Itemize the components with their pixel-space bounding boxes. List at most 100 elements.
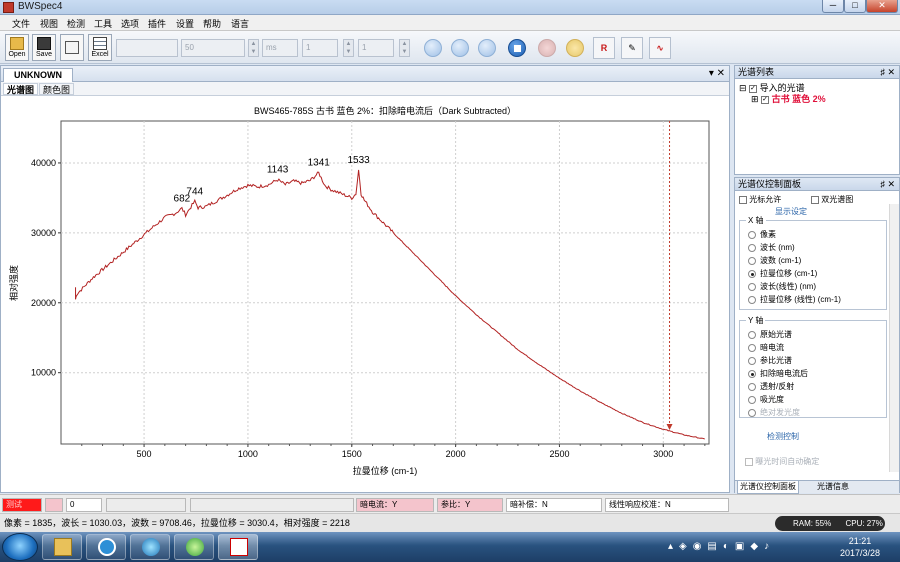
dual-chart-checkbox[interactable]: [811, 195, 819, 204]
control-panel-title: 光谱仪控制面板: [738, 179, 802, 189]
radio-button[interactable]: [748, 369, 756, 378]
cursor-allowed-option[interactable]: 光标允许: [739, 194, 781, 205]
pen-icon[interactable]: ✎: [621, 37, 643, 59]
y-axis-option-label: 暗电流: [760, 343, 784, 352]
status-bar: 测试 0 暗电流：Y 参比：Y 暗补偿：N 线性响应校准：N: [0, 494, 900, 513]
menu-plugins[interactable]: 插件: [148, 17, 166, 30]
y-axis-option[interactable]: 扣除暗电流后: [748, 368, 808, 379]
cursor-allowed-checkbox[interactable]: [739, 195, 747, 204]
radio-button[interactable]: [748, 295, 756, 304]
print-button[interactable]: [60, 34, 84, 61]
detect-control-link[interactable]: 检测控制: [767, 431, 799, 442]
x-axis-option[interactable]: 波数 (cm-1): [748, 255, 801, 266]
document-tab[interactable]: UNKNOWN: [3, 68, 73, 82]
menu-tools[interactable]: 工具: [94, 17, 112, 30]
record-button[interactable]: [538, 39, 556, 57]
radio-button[interactable]: [748, 330, 756, 339]
expand-icon[interactable]: ⊞: [751, 94, 759, 104]
dual-chart-option[interactable]: 双光谱图: [811, 194, 853, 205]
tab-spectrum-info[interactable]: 光谱信息: [817, 481, 849, 493]
x-axis-option[interactable]: 拉曼位移 (线性) (cm-1): [748, 294, 841, 305]
browser-taskbar-button[interactable]: [174, 534, 214, 560]
menu-help[interactable]: 帮助: [203, 17, 221, 30]
radio-button[interactable]: [748, 395, 756, 404]
tab-color-map[interactable]: 颜色图: [39, 83, 75, 95]
radio-button[interactable]: [748, 382, 756, 391]
step-button[interactable]: [478, 39, 496, 57]
time-field[interactable]: 50: [181, 39, 245, 57]
x-axis-option[interactable]: 拉曼位移 (cm-1): [748, 268, 817, 279]
menu-settings[interactable]: 设置: [176, 17, 194, 30]
explorer-taskbar-button[interactable]: [42, 534, 82, 560]
menu-view[interactable]: 视图: [40, 17, 58, 30]
pause-button[interactable]: [451, 39, 469, 57]
collapse-icon[interactable]: ⊟: [739, 83, 747, 93]
average-spinner[interactable]: ▲ ▼: [343, 39, 354, 57]
cursor-readout: 像素 = 1835，波长 = 1030.03，波数 = 9708.46，拉曼位移…: [0, 513, 900, 532]
tray-icons[interactable]: ▴◈◉▤◐▣◆♪: [668, 541, 775, 552]
smooth-spinner[interactable]: ▲ ▼: [399, 39, 410, 57]
maximize-button[interactable]: □: [844, 0, 866, 13]
tab-control-panel[interactable]: 光谱仪控制面板: [737, 481, 799, 494]
pin-icon[interactable]: ♯ ✕: [880, 66, 895, 78]
spectrum-icon[interactable]: ∿: [649, 37, 671, 59]
radio-button[interactable]: [748, 282, 756, 291]
menu-file[interactable]: 文件: [12, 17, 30, 30]
radio-button[interactable]: [748, 343, 756, 352]
bwspec-taskbar-button[interactable]: [218, 534, 258, 560]
stop-button[interactable]: [508, 39, 526, 57]
tab-spectrum[interactable]: 光谱图: [3, 83, 39, 95]
minimize-button[interactable]: ─: [822, 0, 844, 13]
tree-child[interactable]: ⊞ ✓ 古书 蓝色 2%: [751, 92, 826, 105]
spectrum-chart[interactable]: 500 1000 1500 2000 2500 3000 10000 20000 30000 40…: [1, 97, 729, 492]
x-axis-option[interactable]: 波长 (nm): [748, 242, 795, 253]
media-taskbar-button[interactable]: [130, 534, 170, 560]
radio-button[interactable]: [748, 269, 756, 278]
y-axis-option[interactable]: 绝对发光度: [748, 407, 800, 418]
radio-button[interactable]: [748, 256, 756, 265]
display-settings-link[interactable]: 显示设定: [775, 206, 807, 217]
spectrum-list-panel: 光谱列表 ♯ ✕ ⊟ ✓ 导入的光谱 ⊞ ✓ 古书 蓝色 2%: [734, 65, 900, 175]
y-axis-option[interactable]: 透射/反射: [748, 381, 794, 392]
open-button[interactable]: Open: [5, 34, 29, 61]
menu-options[interactable]: 选项: [121, 17, 139, 30]
y-axis-option[interactable]: 参比光谱: [748, 355, 792, 366]
y-axis-option[interactable]: 吸光度: [748, 394, 784, 405]
tab-close-icon[interactable]: ▾ ✕: [709, 68, 725, 79]
menu-detect[interactable]: 检测: [67, 17, 85, 30]
time-spinner[interactable]: ▲ ▼: [248, 39, 259, 57]
close-button[interactable]: ✕: [866, 0, 898, 13]
x-axis-option[interactable]: 波长(线性) (nm): [748, 281, 816, 292]
control-panel-scrollbar[interactable]: [889, 204, 899, 472]
radio-button[interactable]: [748, 230, 756, 239]
auto-integration-option[interactable]: 曝光时间自动确定: [745, 456, 819, 467]
x-axis-group-label: X 轴: [746, 215, 766, 226]
y-axis-option-label: 扣除暗电流后: [760, 369, 808, 378]
menu-language[interactable]: 语言: [231, 17, 249, 30]
x-axis-option[interactable]: 像素: [748, 229, 776, 240]
radio-button[interactable]: [748, 408, 756, 417]
auto-integration-checkbox[interactable]: [745, 457, 753, 466]
start-button[interactable]: [2, 533, 38, 561]
play-button[interactable]: [424, 39, 442, 57]
child-checkbox[interactable]: ✓: [761, 95, 770, 104]
x-axis-option-label: 波数 (cm-1): [760, 256, 802, 265]
clock[interactable]: 21:21 2017/3/28: [840, 535, 880, 559]
y-axis-option[interactable]: 暗电流: [748, 342, 784, 353]
unit-select[interactable]: ms: [262, 39, 298, 57]
average-field[interactable]: 1: [302, 39, 338, 57]
y-tick-label: 40000: [31, 158, 56, 168]
pin-icon[interactable]: ♯ ✕: [880, 178, 895, 190]
k-app-taskbar-button[interactable]: [86, 534, 126, 560]
excel-button[interactable]: Excel: [88, 34, 112, 61]
lamp-button[interactable]: [566, 39, 584, 57]
y-axis-option-label: 吸光度: [760, 395, 784, 404]
reference-button[interactable]: R: [593, 37, 615, 59]
radio-button[interactable]: [748, 243, 756, 252]
y-axis-option[interactable]: 原始光谱: [748, 329, 792, 340]
radio-button[interactable]: [748, 356, 756, 365]
status-empty: [190, 498, 354, 512]
integration-field[interactable]: [116, 39, 178, 57]
save-button[interactable]: Save: [32, 34, 56, 61]
smooth-field[interactable]: 1: [358, 39, 394, 57]
